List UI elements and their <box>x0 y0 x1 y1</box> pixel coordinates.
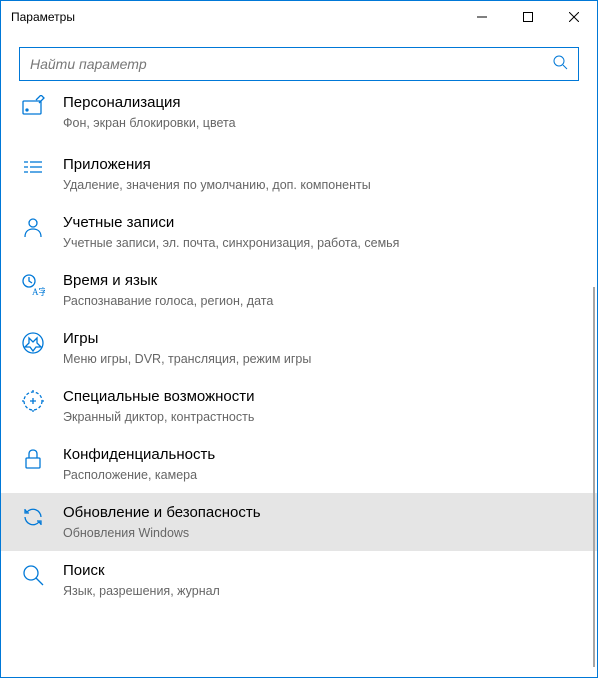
content-area: Персонализация Фон, экран блокировки, цв… <box>1 87 597 677</box>
minimize-button[interactable] <box>459 1 505 33</box>
search-category-icon <box>19 561 47 587</box>
item-title: Специальные возможности <box>63 387 579 407</box>
item-title: Приложения <box>63 155 579 175</box>
item-title: Персонализация <box>63 93 579 113</box>
search-wrap <box>1 33 597 87</box>
item-title: Конфиденциальность <box>63 445 579 465</box>
scrollbar[interactable] <box>593 287 595 667</box>
item-subtitle: Удаление, значения по умолчанию, доп. ко… <box>63 177 579 193</box>
search-icon <box>552 54 568 75</box>
item-title: Игры <box>63 329 579 349</box>
item-subtitle: Обновления Windows <box>63 525 579 541</box>
setting-gaming[interactable]: Игры Меню игры, DVR, трансляция, режим и… <box>1 319 597 377</box>
setting-time-language[interactable]: A字 Время и язык Распознавание голоса, ре… <box>1 261 597 319</box>
setting-apps[interactable]: Приложения Удаление, значения по умолчан… <box>1 145 597 203</box>
setting-ease-of-access[interactable]: Специальные возможности Экранный диктор,… <box>1 377 597 435</box>
item-subtitle: Экранный диктор, контрастность <box>63 409 579 425</box>
search-box[interactable] <box>19 47 579 81</box>
setting-search[interactable]: Поиск Язык, разрешения, журнал <box>1 551 597 609</box>
window-title: Параметры <box>11 10 75 24</box>
personalization-icon <box>19 93 47 119</box>
svg-text:A字: A字 <box>32 286 45 297</box>
item-subtitle: Меню игры, DVR, трансляция, режим игры <box>63 351 579 367</box>
setting-privacy[interactable]: Конфиденциальность Расположение, камера <box>1 435 597 493</box>
item-subtitle: Распознавание голоса, регион, дата <box>63 293 579 309</box>
window-controls <box>459 1 597 33</box>
item-subtitle: Фон, экран блокировки, цвета <box>63 115 579 131</box>
setting-personalization[interactable]: Персонализация Фон, экран блокировки, цв… <box>1 87 597 145</box>
setting-accounts[interactable]: Учетные записи Учетные записи, эл. почта… <box>1 203 597 261</box>
update-security-icon <box>19 503 47 529</box>
time-language-icon: A字 <box>19 271 47 297</box>
item-subtitle: Учетные записи, эл. почта, синхронизация… <box>63 235 579 251</box>
settings-list: Персонализация Фон, экран блокировки, цв… <box>1 87 597 619</box>
privacy-icon <box>19 445 47 471</box>
close-button[interactable] <box>551 1 597 33</box>
item-title: Поиск <box>63 561 579 581</box>
item-title: Обновление и безопасность <box>63 503 579 523</box>
titlebar: Параметры <box>1 1 597 33</box>
apps-icon <box>19 155 47 181</box>
setting-update-security[interactable]: Обновление и безопасность Обновления Win… <box>1 493 597 551</box>
item-title: Время и язык <box>63 271 579 291</box>
item-title: Учетные записи <box>63 213 579 233</box>
search-input[interactable] <box>30 56 552 72</box>
ease-of-access-icon <box>19 387 47 413</box>
item-subtitle: Расположение, камера <box>63 467 579 483</box>
maximize-button[interactable] <box>505 1 551 33</box>
accounts-icon <box>19 213 47 239</box>
item-subtitle: Язык, разрешения, журнал <box>63 583 579 599</box>
gaming-icon <box>19 329 47 355</box>
